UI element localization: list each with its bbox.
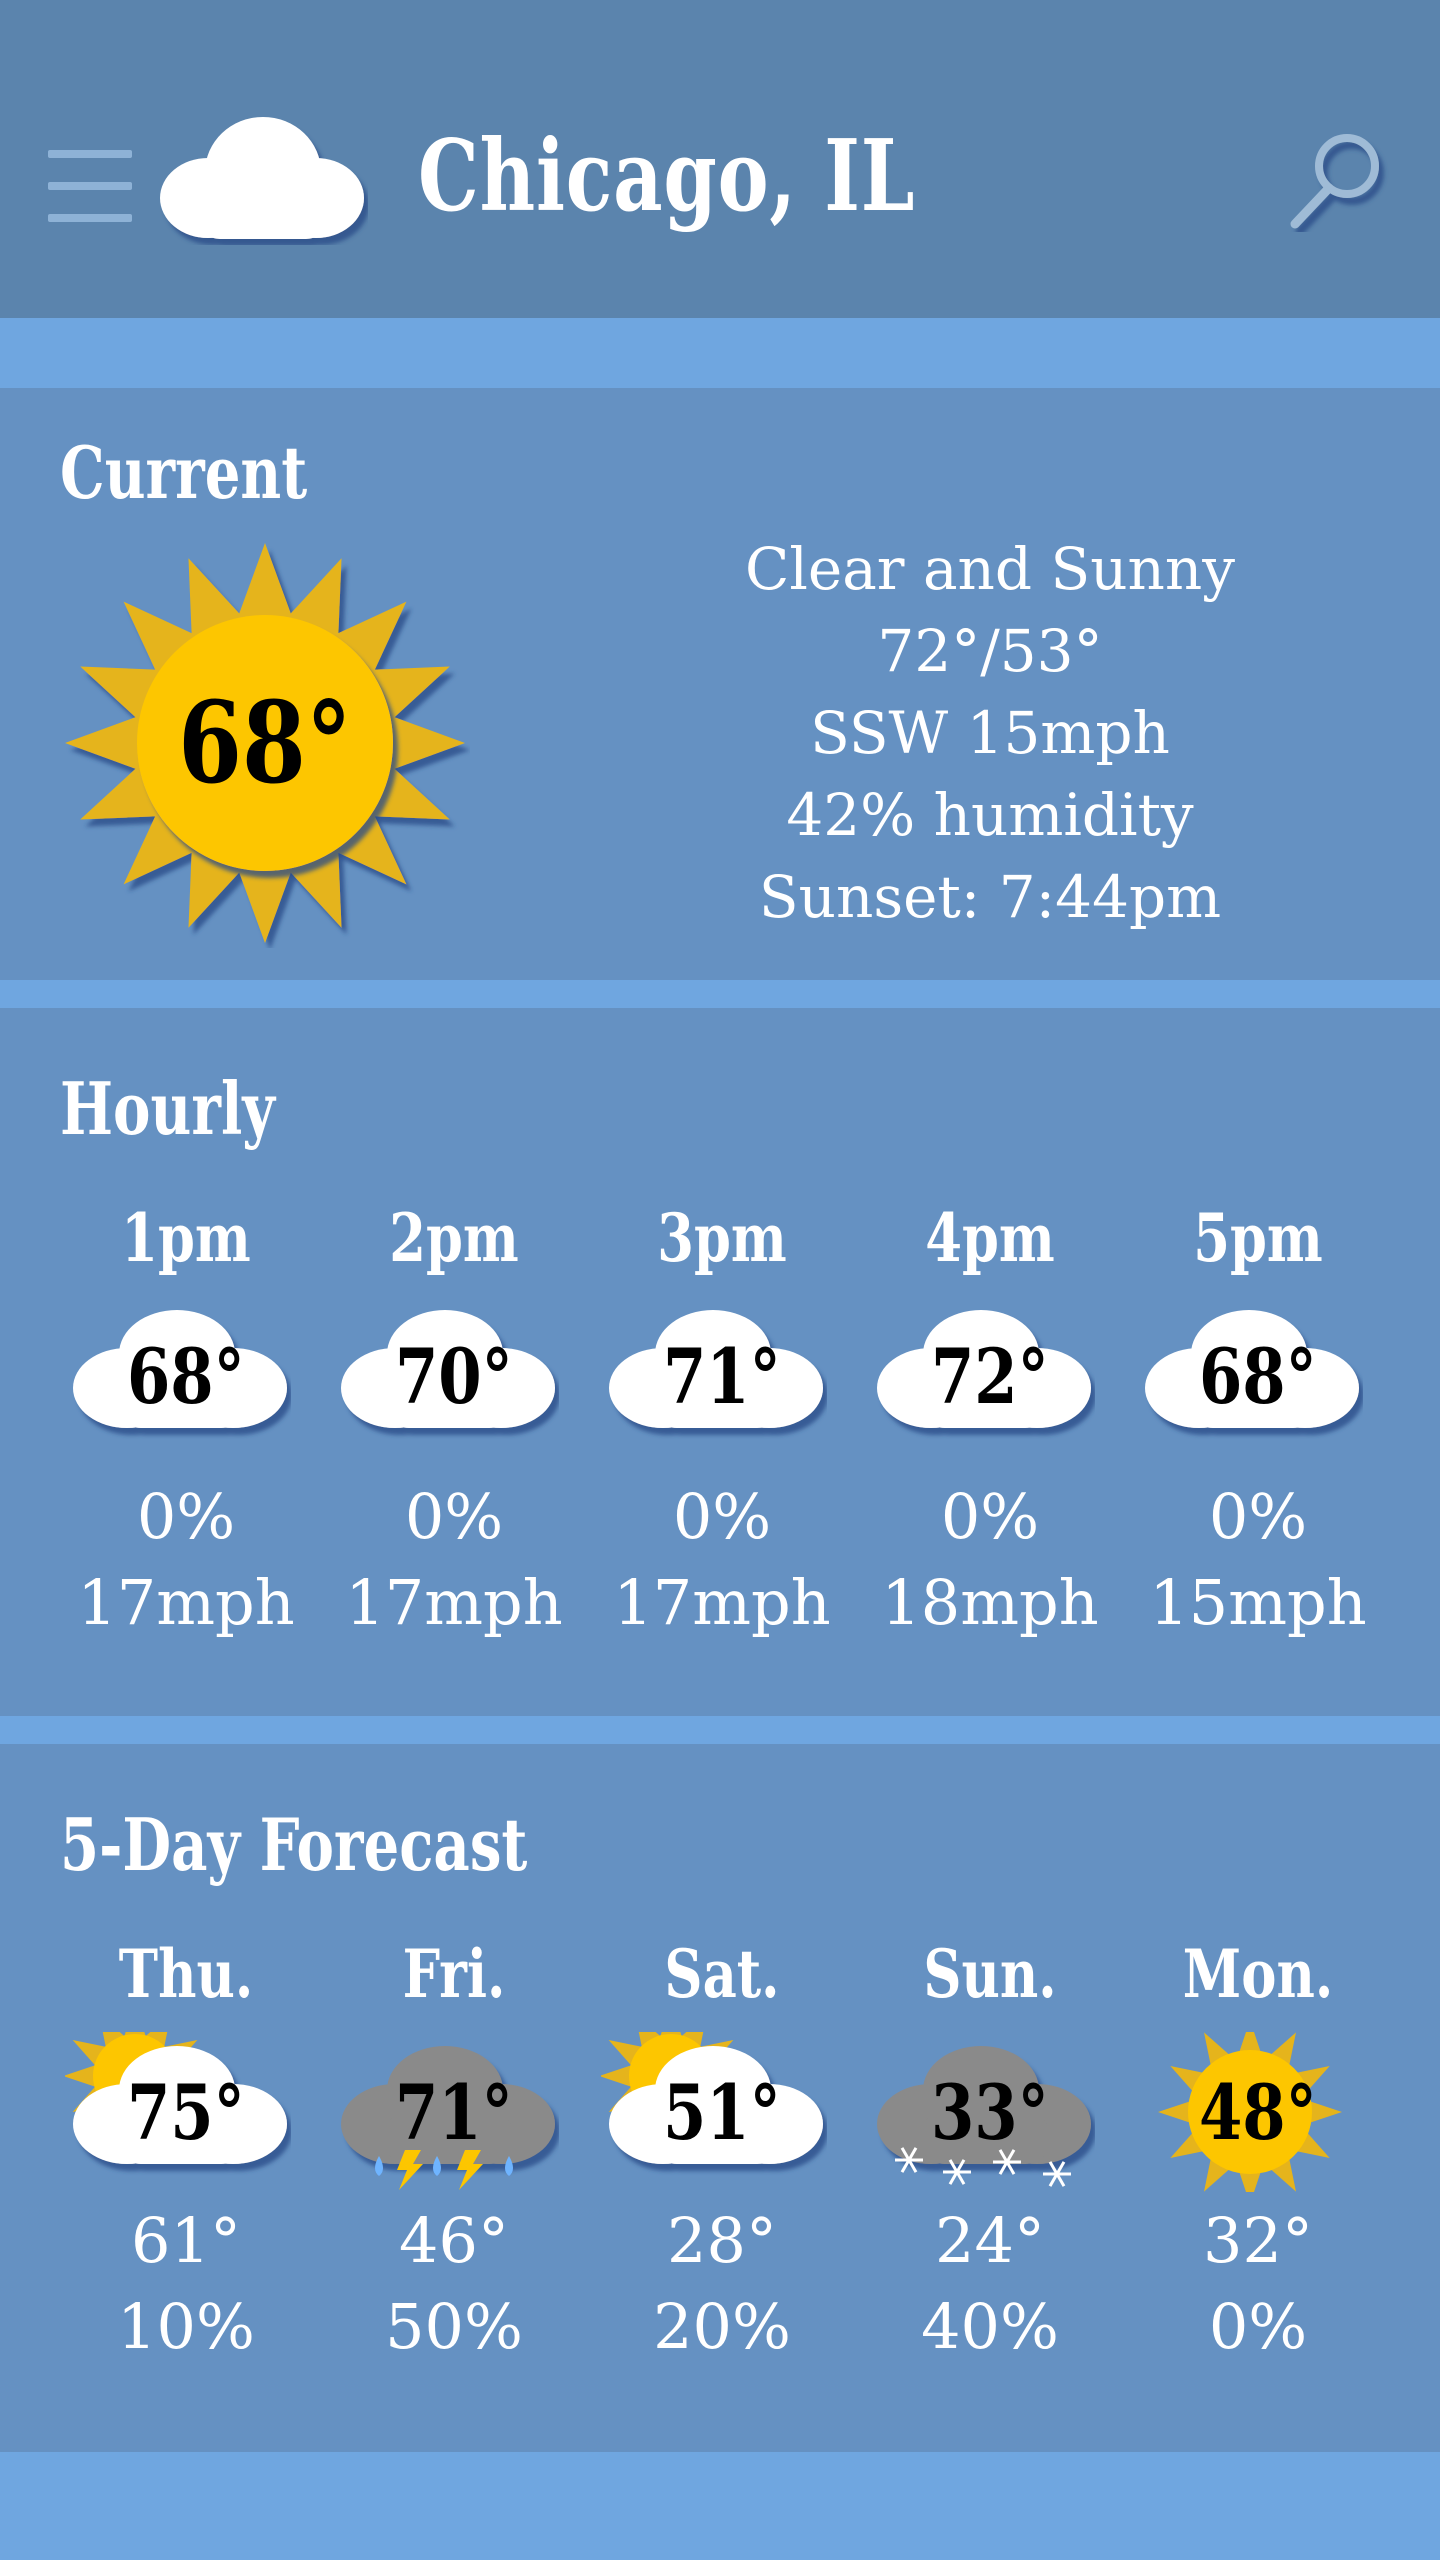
- day-low: 24°: [935, 2204, 1045, 2277]
- day-label: Mon.: [1182, 1935, 1334, 2013]
- forecast-list: Thu. 75° 61° 10% Fri. 71° 46° 50% Sat. 5…: [0, 1934, 1440, 2370]
- forecast-day[interactable]: Sun. 33° 24° 40%: [856, 1934, 1124, 2370]
- snow-icon: 33°: [856, 2032, 1124, 2192]
- day-precip: 40%: [921, 2290, 1059, 2363]
- hamburger-menu-icon[interactable]: [48, 150, 132, 222]
- hour-temp: 68°: [127, 1331, 245, 1421]
- cloud-icon: 71°: [588, 1296, 856, 1456]
- forecast-day[interactable]: Fri. 71° 46° 50%: [320, 1934, 588, 2370]
- hour-temp: 71°: [663, 1331, 781, 1421]
- thunderstorm-icon: 71°: [320, 2032, 588, 2192]
- day-label: Thu.: [118, 1935, 254, 2013]
- hour-precip: 0%: [404, 1480, 504, 1553]
- cloud-icon: 72°: [856, 1296, 1124, 1456]
- cloud-icon: 68°: [1124, 1296, 1392, 1456]
- current-wind: SSW 15mph: [810, 699, 1170, 767]
- section-title-current: Current: [60, 430, 308, 515]
- day-low: 46°: [399, 2204, 509, 2277]
- hour-wind: 17mph: [613, 1566, 831, 1639]
- hour-label: 2pm: [389, 1199, 519, 1277]
- hour-label: 5pm: [1193, 1199, 1323, 1277]
- hour-label: 1pm: [121, 1199, 251, 1277]
- hourly-item[interactable]: 5pm 68° 0% 15mph: [1124, 1198, 1392, 1646]
- hour-wind: 17mph: [77, 1566, 295, 1639]
- section-title-forecast: 5-Day Forecast: [60, 1802, 528, 1887]
- hour-temp: 72°: [931, 1331, 1049, 1421]
- day-high: 71°: [395, 2067, 513, 2157]
- forecast-day[interactable]: Thu. 75° 61° 10%: [52, 1934, 320, 2370]
- day-high: 51°: [663, 2067, 781, 2157]
- hourly-panel: Hourly 1pm 68° 0% 17mph 2pm 70° 0% 17mph…: [0, 1008, 1440, 1716]
- day-precip: 20%: [653, 2290, 791, 2363]
- current-details: Clear and Sunny 72°/53° SSW 15mph 42% hu…: [690, 528, 1290, 938]
- current-sunset: Sunset: 7:44pm: [758, 863, 1222, 931]
- app-header: Chicago, IL: [0, 0, 1440, 318]
- hourly-item[interactable]: 1pm 68° 0% 17mph: [52, 1198, 320, 1646]
- cloud-icon: [160, 117, 364, 239]
- hour-wind: 17mph: [345, 1566, 563, 1639]
- hour-wind: 15mph: [1149, 1566, 1367, 1639]
- partly-cloudy-icon: 75°: [52, 2032, 320, 2192]
- day-precip: 10%: [117, 2290, 255, 2363]
- current-humidity: 42% humidity: [786, 781, 1194, 849]
- day-label: Fri.: [402, 1935, 506, 2013]
- hour-wind: 18mph: [881, 1566, 1099, 1639]
- hour-precip: 0%: [672, 1480, 772, 1553]
- hour-temp: 68°: [1199, 1331, 1317, 1421]
- current-high-low: 72°/53°: [877, 617, 1103, 685]
- day-label: Sat.: [664, 1935, 780, 2013]
- city-name[interactable]: Chicago, IL: [418, 112, 915, 242]
- forecast-day[interactable]: Sat. 51° 28° 20%: [588, 1934, 856, 2370]
- hour-label: 3pm: [657, 1199, 787, 1277]
- hourly-list: 1pm 68° 0% 17mph 2pm 70° 0% 17mph 3pm 71…: [0, 1198, 1440, 1646]
- partly-cloudy-icon: 51°: [588, 2032, 856, 2192]
- cloud-icon: 68°: [52, 1296, 320, 1456]
- hour-precip: 0%: [136, 1480, 236, 1553]
- hourly-item[interactable]: 4pm 72° 0% 18mph: [856, 1198, 1124, 1646]
- day-low: 28°: [667, 2204, 777, 2277]
- day-low: 61°: [131, 2204, 241, 2277]
- day-precip: 50%: [385, 2290, 523, 2363]
- section-title-hourly: Hourly: [60, 1066, 275, 1151]
- hourly-item[interactable]: 3pm 71° 0% 17mph: [588, 1198, 856, 1646]
- forecast-panel: 5-Day Forecast Thu. 75° 61° 10% Fri. 71°…: [0, 1744, 1440, 2452]
- hour-precip: 0%: [1208, 1480, 1308, 1553]
- search-icon[interactable]: [1285, 122, 1395, 232]
- current-condition: Clear and Sunny: [744, 535, 1236, 603]
- forecast-day[interactable]: Mon. 48° 32° 0%: [1124, 1934, 1392, 2370]
- hour-precip: 0%: [940, 1480, 1040, 1553]
- hourly-item[interactable]: 2pm 70° 0% 17mph: [320, 1198, 588, 1646]
- current-conditions-panel: Current 68° Clear and Sunny 72°/53° SSW …: [0, 388, 1440, 980]
- hour-temp: 70°: [395, 1331, 513, 1421]
- day-high: 33°: [931, 2067, 1049, 2157]
- cloud-icon: 70°: [320, 1296, 588, 1456]
- current-temperature: 68°: [178, 677, 352, 809]
- day-low: 32°: [1203, 2204, 1313, 2277]
- day-label: Sun.: [923, 1935, 1057, 2013]
- hour-label: 4pm: [925, 1199, 1055, 1277]
- day-precip: 0%: [1208, 2290, 1308, 2363]
- day-high: 75°: [127, 2067, 245, 2157]
- day-high: 48°: [1199, 2067, 1317, 2157]
- sun-icon: 48°: [1124, 2032, 1392, 2192]
